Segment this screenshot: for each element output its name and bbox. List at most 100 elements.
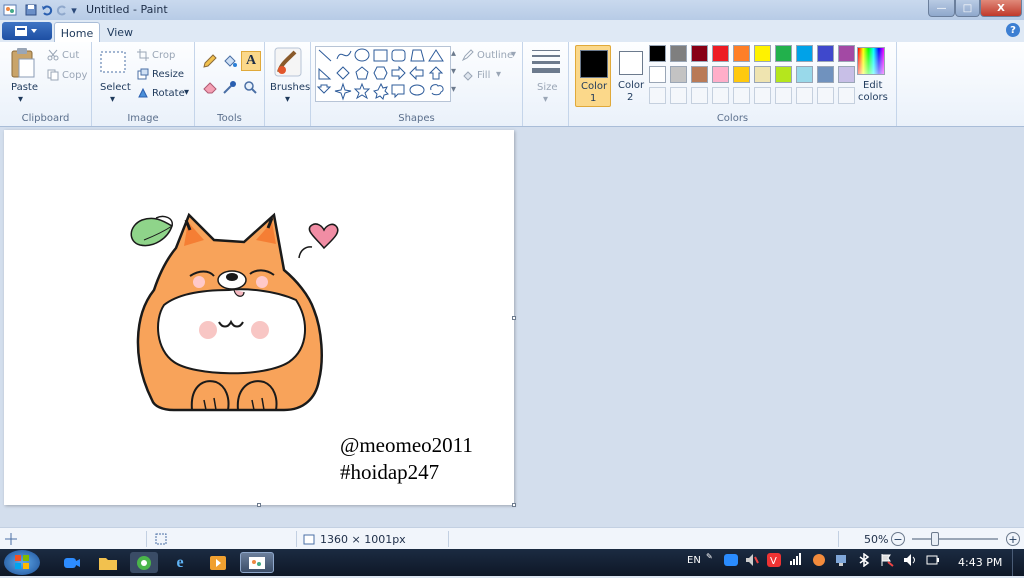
palette-swatch[interactable] [733,45,750,62]
palette-swatch[interactable] [796,45,813,62]
zoom-slider-track[interactable] [912,538,998,540]
select-label[interactable]: Select [100,82,131,93]
eraser-icon[interactable] [201,78,219,96]
edit-colors-label-2[interactable]: colors [858,92,888,103]
select-icon[interactable] [100,50,126,74]
size-dropdown-icon[interactable]: ▾ [543,94,548,105]
palette-swatch[interactable] [796,66,813,83]
volume-icon[interactable] [903,553,917,570]
pencil-icon[interactable] [201,52,219,70]
tab-home[interactable]: Home [54,22,100,43]
palette-swatch[interactable] [838,66,855,83]
redo-icon[interactable] [56,2,68,18]
palette-swatch[interactable] [691,66,708,83]
outline-button[interactable]: Outline [477,50,513,61]
taskbar-ie-icon[interactable]: e [166,552,194,573]
palette-swatch[interactable] [775,45,792,62]
minimize-button[interactable]: — [928,0,955,17]
paste-dropdown-icon[interactable]: ▾ [18,94,23,105]
signal-icon[interactable] [790,553,802,568]
select-dropdown-icon[interactable]: ▾ [110,94,115,105]
taskbar-browser-icon[interactable] [130,552,158,573]
paint-app-icon[interactable] [2,2,18,18]
vivaldi-tray-icon[interactable]: V [767,553,781,570]
size-label[interactable]: Size [537,82,558,93]
show-desktop-button[interactable] [1012,549,1024,576]
palette-swatch[interactable] [670,45,687,62]
palette-swatch[interactable] [775,66,792,83]
paste-icon[interactable] [8,46,38,80]
text-tool-icon[interactable]: A [241,51,261,71]
bluetooth-icon[interactable] [858,552,870,570]
brushes-dropdown-icon[interactable]: ▾ [285,94,290,105]
undo-icon[interactable] [40,2,54,18]
edit-colors-icon[interactable] [857,47,885,75]
drawing-canvas[interactable]: @meomeo2011 #hoidap247 [4,130,516,507]
volume-alert-icon[interactable] [745,553,759,570]
outline-dropdown-icon[interactable]: ▾ [511,49,516,60]
zalo-tray-icon[interactable] [724,553,738,570]
network-icon[interactable] [835,553,849,570]
rotate-dropdown-icon[interactable]: ▾ [184,87,189,98]
palette-swatch[interactable] [817,45,834,62]
close-button[interactable]: X [980,0,1022,17]
crop-button[interactable]: Crop [152,50,175,61]
taskbar-paint-icon[interactable] [240,552,274,573]
save-icon[interactable] [24,2,38,18]
maximize-button[interactable]: □ [955,0,980,17]
magnifier-icon[interactable] [241,78,259,96]
cut-button[interactable]: Cut [62,50,79,61]
palette-swatch[interactable] [670,66,687,83]
brush-icon[interactable] [273,46,303,78]
palette-swatch[interactable] [817,66,834,83]
start-button[interactable] [4,550,40,575]
notifications-flag-icon[interactable] [880,553,894,570]
fill-bucket-icon[interactable] [221,52,239,70]
fill-button[interactable]: Fill [477,70,490,81]
custom-color-slot[interactable] [754,87,771,104]
keyboard-icon[interactable]: ✎ [706,552,713,561]
taskbar-media-icon[interactable] [204,552,232,573]
rotate-button[interactable]: Rotate [152,88,185,99]
palette-swatch[interactable] [649,45,666,62]
language-indicator[interactable]: EN [687,555,701,566]
custom-color-slot[interactable] [796,87,813,104]
custom-color-slot[interactable] [649,87,666,104]
size-icon[interactable] [531,48,561,74]
tab-view[interactable]: View [102,22,138,42]
resize-button[interactable]: Resize [152,69,184,80]
shapes-scroll-down[interactable]: ▾ [451,66,456,77]
paint-menu-button[interactable] [2,22,52,40]
copy-button[interactable]: Copy [62,70,87,81]
palette-swatch[interactable] [691,45,708,62]
clock[interactable]: 4:43 PM [958,556,1002,569]
palette-swatch[interactable] [754,45,771,62]
shapes-gallery-icons[interactable] [316,47,450,101]
color-picker-icon[interactable] [221,78,239,96]
zoom-out-button[interactable]: − [891,532,905,546]
resize-handle-corner[interactable] [512,503,516,507]
app-tray-icon[interactable] [812,553,826,570]
color2-button[interactable]: Color 2 [613,45,649,107]
color1-button[interactable]: Color 1 [575,45,611,107]
edit-colors-label[interactable]: Edit [863,80,882,91]
shapes-scroll-up[interactable]: ▴ [451,48,456,59]
custom-color-slot[interactable] [691,87,708,104]
customize-toolbar-icon[interactable]: ▾ [68,2,80,18]
resize-handle-bottom[interactable] [257,503,261,507]
taskbar-explorer-icon[interactable] [94,552,122,573]
palette-swatch[interactable] [712,66,729,83]
help-icon[interactable]: ? [1006,23,1020,37]
paste-label[interactable]: Paste [11,82,38,93]
custom-color-slot[interactable] [670,87,687,104]
custom-color-slot[interactable] [817,87,834,104]
zoom-slider-thumb[interactable] [931,532,939,546]
custom-color-slot[interactable] [712,87,729,104]
palette-swatch[interactable] [649,66,666,83]
palette-swatch[interactable] [712,45,729,62]
resize-handle-right[interactable] [512,316,516,320]
custom-color-slot[interactable] [775,87,792,104]
custom-color-slot[interactable] [838,87,855,104]
fill-dropdown-icon[interactable]: ▾ [496,69,501,80]
power-icon[interactable] [926,553,940,570]
